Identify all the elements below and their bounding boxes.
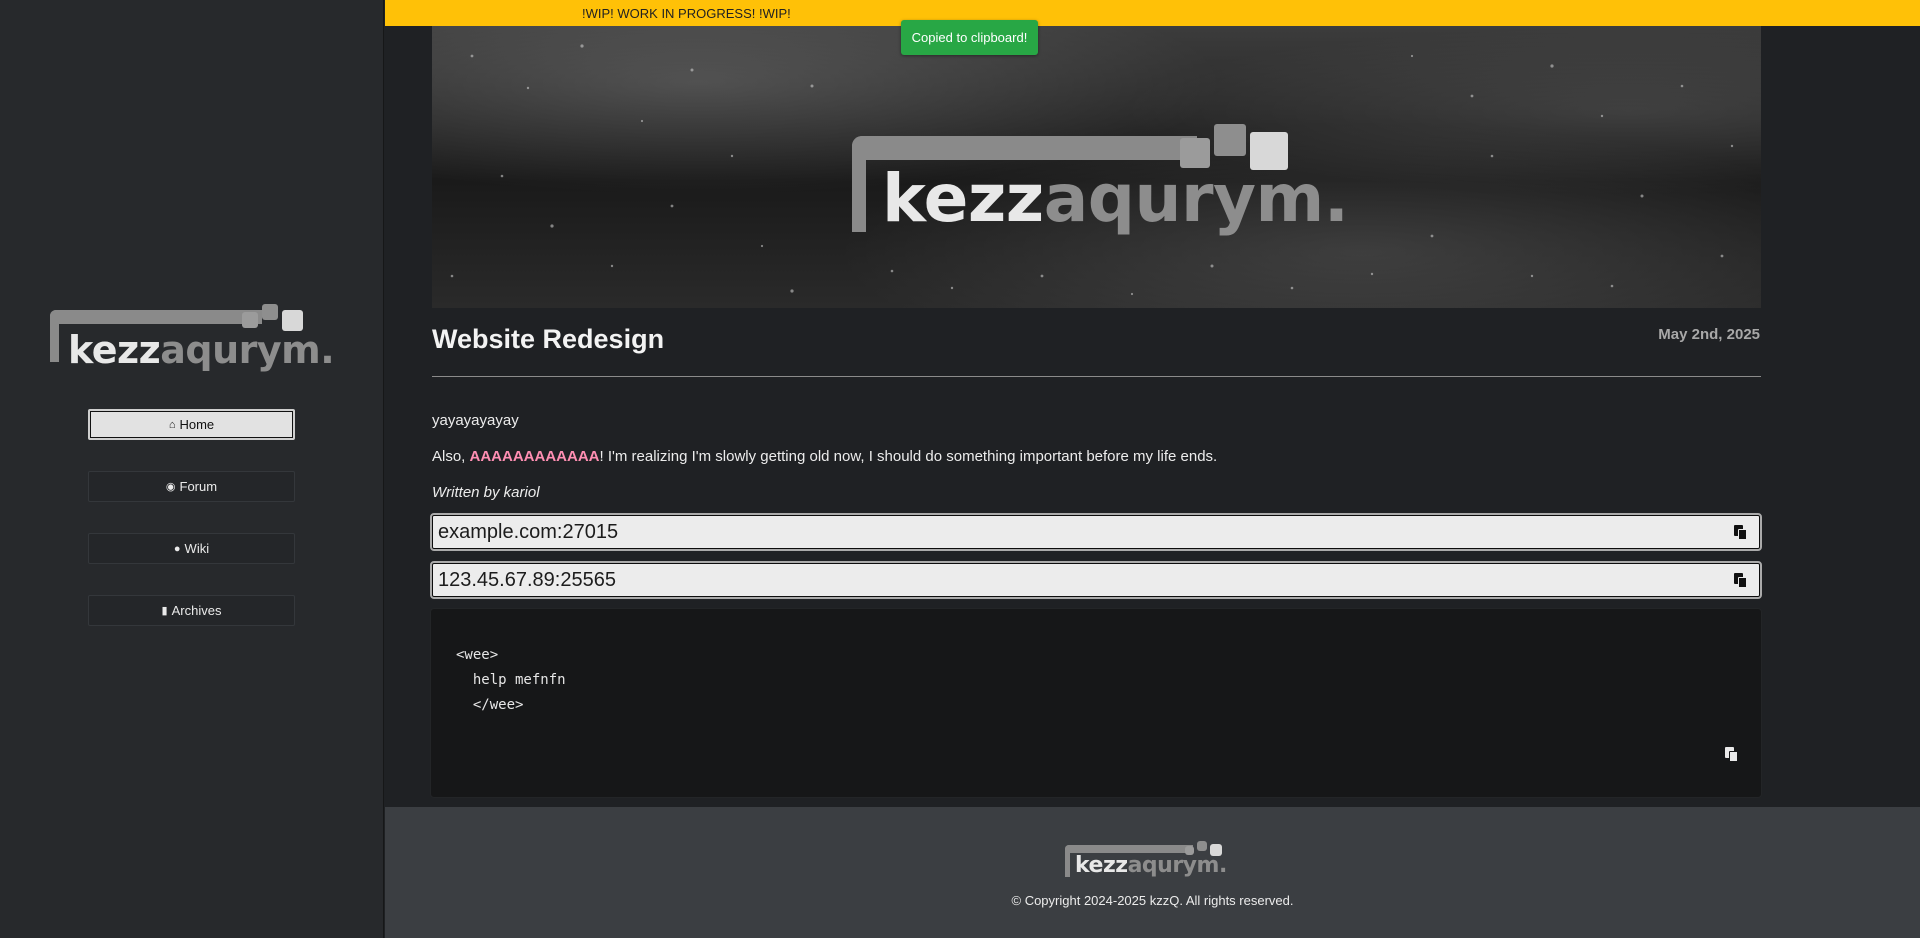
wip-banner: !WIP! WORK IN PROGRESS! !WIP! [385, 0, 1920, 26]
clipboard-icon[interactable] [1725, 747, 1738, 762]
wip-banner-text: !WIP! WORK IN PROGRESS! !WIP! [582, 6, 791, 21]
book-icon: ▮ [161, 605, 168, 617]
code-content: <wee> help mefnfn </wee> [456, 647, 566, 713]
paragraph-prefix: Also, [432, 448, 470, 465]
logo-square-1 [242, 312, 258, 328]
hero-logo: kezzaqurym. [852, 94, 1372, 254]
copyright-text: © Copyright 2024-2025 kzzQ. All rights r… [1011, 893, 1294, 908]
sidebar-item-wiki[interactable]: ● Wiki [88, 533, 295, 564]
sidebar-item-home[interactable]: ⌂ Home [88, 409, 295, 440]
sidebar-item-forum[interactable]: ◉ Forum [88, 471, 295, 502]
comments-icon: ◉ [165, 481, 176, 493]
sidebar-item-label: Forum [179, 479, 218, 494]
sidebar-item-archives[interactable]: ▮ Archives [88, 595, 295, 626]
toast-text: Copied to clipboard! [911, 30, 1028, 45]
logo-bracket-stem [852, 136, 866, 232]
logo-text-dark: aqurym. [1043, 160, 1349, 237]
logo-bracket-bar [50, 310, 262, 324]
logo-bracket-bar [1065, 845, 1193, 853]
copy-field-value: example.com:27015 [438, 520, 619, 543]
logo-text-dark: aqurym. [1127, 853, 1228, 878]
logo-square-2 [1214, 124, 1246, 156]
copy-field-ip[interactable]: 123.45.67.89:25565 [430, 561, 1762, 599]
post-paragraph-1: yayayayayay [432, 412, 519, 429]
sidebar-item-label: Wiki [184, 541, 210, 556]
sidebar-item-label: Home [179, 417, 215, 432]
logo-text-light: kezz [1075, 853, 1128, 878]
author-line: Written by kariol [432, 484, 540, 501]
logo-bracket-stem [50, 310, 59, 362]
paragraph-suffix: ! I'm realizing I'm slowly getting old n… [599, 448, 1218, 465]
footer: kezzaqurym. © Copyright 2024-2025 kzzQ. … [385, 807, 1920, 938]
logo-wordmark: kezzaqurym. [882, 160, 1349, 237]
footer-logo[interactable]: kezzaqurym. [1065, 839, 1235, 887]
logo-text-dark: aqurym. [160, 328, 335, 372]
home-icon: ⌂ [168, 418, 176, 431]
globe-icon: ● [173, 542, 181, 555]
sidebar-item-label: Archives [171, 603, 222, 618]
logo-text-light: kezz [68, 328, 161, 372]
logo-bracket-bar [852, 136, 1197, 160]
clipboard-icon[interactable] [1734, 573, 1747, 588]
title-divider [432, 376, 1761, 377]
post-paragraph-2: Also, AAAAAAAAAAAA! I'm realizing I'm sl… [432, 448, 1217, 465]
sidebar-logo[interactable]: kezzaqurym. [50, 300, 335, 380]
highlight-text: AAAAAAAAAAAA [469, 448, 600, 465]
sidebar: kezzaqurym. ⌂ Home ◉ Forum ● Wiki ▮ Arch… [0, 0, 384, 938]
logo-wordmark: kezzaqurym. [1075, 853, 1227, 878]
post-date: May 2nd, 2025 [1658, 326, 1760, 343]
copy-field-address[interactable]: example.com:27015 [430, 513, 1762, 551]
logo-square-2 [262, 304, 278, 320]
copied-toast: Copied to clipboard! [901, 20, 1038, 55]
logo-text-light: kezz [882, 160, 1044, 237]
post-title: Website Redesign [432, 324, 665, 354]
logo-bracket-stem [1065, 845, 1070, 877]
clipboard-icon[interactable] [1734, 525, 1747, 540]
logo-wordmark: kezzaqurym. [68, 328, 335, 372]
logo-square-2 [1197, 841, 1207, 851]
copy-field-value: 123.45.67.89:25565 [438, 568, 616, 591]
code-block: <wee> help mefnfn </wee> [430, 608, 1762, 798]
hero-banner-image: kezzaqurym. [432, 26, 1761, 308]
